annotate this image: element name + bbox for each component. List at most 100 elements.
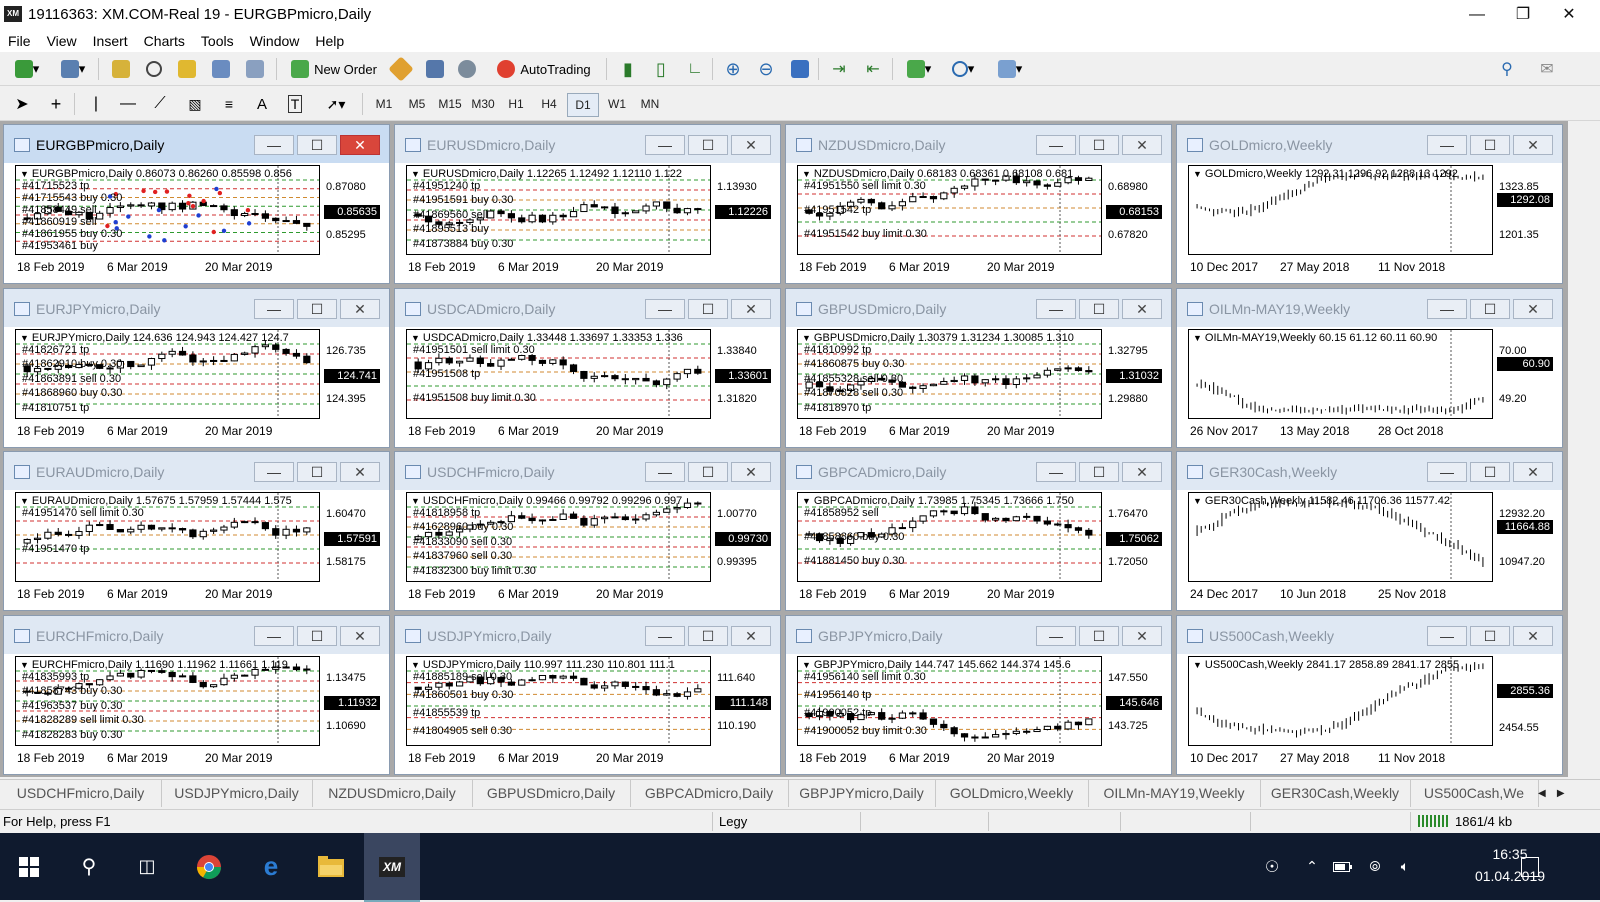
chart-window-titlebar[interactable]: USDCHFmicro,Daily — ☐ ✕ (395, 452, 780, 490)
status-profile[interactable]: Legy (719, 814, 747, 829)
timeframe-h1[interactable]: H1 (501, 93, 531, 115)
show-hidden-icons-button[interactable]: ⌃ (1300, 833, 1324, 900)
chart-close-button[interactable]: ✕ (1513, 299, 1553, 319)
price-plot[interactable]: ▼ EURUSDmicro,Daily 1.12265 1.12492 1.121… (406, 165, 711, 255)
chart-area[interactable]: ▼ OILMn-MAY19,Weekly 60.15 61.12 60.11 60… (1186, 327, 1554, 445)
chart-area[interactable]: ▼ EURAUDmicro,Daily 1.57675 1.57959 1.574… (13, 490, 381, 608)
chart-close-button[interactable]: ✕ (1122, 135, 1162, 155)
price-plot[interactable]: ▼ GOLDmicro,Weekly 1292.31 1296.92 1288.1… (1188, 165, 1493, 255)
chart-area[interactable]: ▼ NZDUSDmicro,Daily 0.68183 0.68361 0.681… (795, 163, 1163, 281)
menu-window[interactable]: Window (242, 30, 308, 52)
collapse-triangle-icon[interactable]: ▼ (20, 660, 29, 670)
chart-area[interactable]: ▼ EURGBPmicro,Daily 0.86073 0.86260 0.855… (13, 163, 381, 281)
collapse-triangle-icon[interactable]: ▼ (411, 496, 420, 506)
timeframe-h4[interactable]: H4 (534, 93, 564, 115)
profiles-button[interactable]: ▾ (56, 58, 90, 80)
chart-maximize-button[interactable]: ☐ (1079, 462, 1119, 482)
zoom-out-button[interactable]: ⊖ (755, 58, 777, 80)
chart-maximize-button[interactable]: ☐ (688, 462, 728, 482)
menu-file[interactable]: File (0, 30, 39, 52)
new-order-button[interactable]: New Order (284, 58, 384, 80)
chart-minimize-button[interactable]: — (1427, 462, 1467, 482)
chart-tab[interactable]: GOLDmicro,Weekly (935, 780, 1089, 807)
auto-scroll-button[interactable]: ⇥ (828, 58, 850, 80)
chart-window[interactable]: EURUSDmicro,Daily — ☐ ✕ ▼ EURUSDmicro,Daily 1… (394, 124, 781, 284)
chart-maximize-button[interactable]: ☐ (297, 462, 337, 482)
chart-maximize-button[interactable]: ☐ (1079, 135, 1119, 155)
horizontal-line-tool[interactable]: — (118, 93, 138, 115)
new-chart-button[interactable]: ▾ (10, 58, 44, 80)
chart-minimize-button[interactable]: — (645, 299, 685, 319)
chart-close-button[interactable]: ✕ (731, 626, 771, 646)
chart-close-button[interactable]: ✕ (1122, 462, 1162, 482)
price-plot[interactable]: ▼ EURJPYmicro,Daily 124.636 124.943 124.4… (15, 329, 320, 419)
data-window-button[interactable] (143, 58, 165, 80)
chart-close-button[interactable]: ✕ (1513, 626, 1553, 646)
chart-maximize-button[interactable]: ☐ (1470, 135, 1510, 155)
chart-window-titlebar[interactable]: US500Cash,Weekly — ☐ ✕ (1177, 616, 1562, 654)
tile-windows-button[interactable] (789, 58, 811, 80)
chart-close-button[interactable]: ✕ (340, 135, 380, 155)
price-plot[interactable]: ▼ EURCHFmicro,Daily 1.11690 1.11962 1.116… (15, 656, 320, 746)
chart-window[interactable]: USDCHFmicro,Daily — ☐ ✕ ▼ USDCHFmicro,Daily 0… (394, 451, 781, 611)
chart-window-titlebar[interactable]: EURAUDmicro,Daily — ☐ ✕ (4, 452, 389, 490)
action-center-button[interactable] (1510, 833, 1550, 900)
chart-minimize-button[interactable]: — (1427, 626, 1467, 646)
chart-close-button[interactable]: ✕ (731, 135, 771, 155)
chart-minimize-button[interactable]: — (254, 462, 294, 482)
chart-minimize-button[interactable]: — (1427, 135, 1467, 155)
collapse-triangle-icon[interactable]: ▼ (802, 169, 811, 179)
chart-area[interactable]: ▼ GOLDmicro,Weekly 1292.31 1296.92 1288.1… (1186, 163, 1554, 281)
timeframe-m15[interactable]: M15 (435, 93, 465, 115)
collapse-triangle-icon[interactable]: ▼ (802, 333, 811, 343)
market-watch-button[interactable] (110, 58, 132, 80)
chart-window-titlebar[interactable]: EURUSDmicro,Daily — ☐ ✕ (395, 125, 780, 163)
timeframe-mn[interactable]: MN (635, 93, 665, 115)
close-window-button[interactable]: ✕ (1546, 0, 1592, 30)
chart-close-button[interactable]: ✕ (1122, 299, 1162, 319)
chart-tab[interactable]: NZDUSDmicro,Daily (312, 780, 473, 807)
chart-minimize-button[interactable]: — (1036, 462, 1076, 482)
chart-area[interactable]: ▼ GBPJPYmicro,Daily 144.747 145.662 144.3… (795, 654, 1163, 772)
chart-maximize-button[interactable]: ☐ (297, 299, 337, 319)
timeframe-m5[interactable]: M5 (402, 93, 432, 115)
timeframe-m30[interactable]: M30 (468, 93, 498, 115)
chart-maximize-button[interactable]: ☐ (688, 135, 728, 155)
navigator-button[interactable] (176, 58, 198, 80)
minimize-button[interactable]: — (1454, 0, 1500, 30)
chart-area[interactable]: ▼ US500Cash,Weekly 2841.17 2858.89 2841.1… (1186, 654, 1554, 772)
task-view-button[interactable]: ◫ (120, 833, 174, 900)
chart-minimize-button[interactable]: — (1036, 299, 1076, 319)
collapse-triangle-icon[interactable]: ▼ (411, 333, 420, 343)
chart-window[interactable]: GER30Cash,Weekly — ☐ ✕ ▼ GER30Cash,Weekly 115… (1176, 451, 1563, 611)
chart-window[interactable]: US500Cash,Weekly — ☐ ✕ ▼ US500Cash,Weekly 284… (1176, 615, 1563, 775)
tab-scroll-arrows[interactable]: ◀ ▶ (1538, 780, 1598, 807)
tab-scroll-left-icon[interactable]: ◀ (1538, 788, 1546, 799)
chat-button[interactable]: ✉ (1534, 58, 1560, 80)
chart-minimize-button[interactable]: — (645, 462, 685, 482)
chart-area[interactable]: ▼ EURJPYmicro,Daily 124.636 124.943 124.4… (13, 327, 381, 445)
indicators-button[interactable]: ▾ (902, 58, 936, 80)
price-plot[interactable]: ▼ EURGBPmicro,Daily 0.86073 0.86260 0.855… (15, 165, 320, 255)
menu-view[interactable]: View (39, 30, 85, 52)
search-button[interactable]: ⚲ (1496, 58, 1518, 80)
chart-tab[interactable]: GER30Cash,Weekly (1260, 780, 1411, 807)
chart-maximize-button[interactable]: ☐ (1470, 462, 1510, 482)
explorer-taskbar-button[interactable] (304, 833, 358, 900)
start-button[interactable] (0, 833, 58, 900)
chart-window[interactable]: USDCADmicro,Daily — ☐ ✕ ▼ USDCADmicro,Daily 1… (394, 288, 781, 448)
chart-window-titlebar[interactable]: OILMn-MAY19,Weekly — ☐ ✕ (1177, 289, 1562, 327)
chart-minimize-button[interactable]: — (645, 626, 685, 646)
menu-help[interactable]: Help (307, 30, 352, 52)
chart-maximize-button[interactable]: ☐ (1470, 626, 1510, 646)
signals-button[interactable] (456, 58, 478, 80)
tab-scroll-right-icon[interactable]: ▶ (1557, 788, 1565, 799)
chart-tab[interactable]: GBPJPYmicro,Daily (788, 780, 936, 807)
text-label-tool[interactable]: T (284, 93, 306, 115)
arrows-tool[interactable]: ➚▾ (318, 93, 354, 115)
wifi-icon[interactable]: ⦾ (1362, 833, 1388, 900)
chart-maximize-button[interactable]: ☐ (1079, 299, 1119, 319)
chart-window[interactable]: EURJPYmicro,Daily — ☐ ✕ ▼ EURJPYmicro,Daily 1… (3, 288, 390, 448)
collapse-triangle-icon[interactable]: ▼ (1193, 169, 1202, 179)
chart-close-button[interactable]: ✕ (1513, 135, 1553, 155)
